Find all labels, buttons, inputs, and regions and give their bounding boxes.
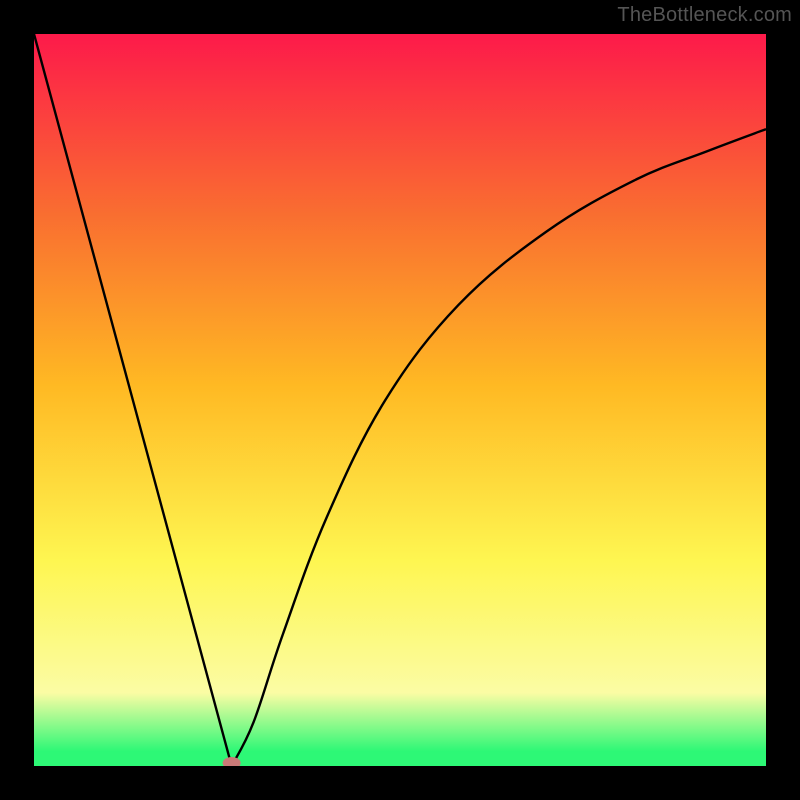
plot-svg bbox=[34, 34, 766, 766]
plot-area bbox=[34, 34, 766, 766]
watermark-text: TheBottleneck.com bbox=[617, 4, 792, 27]
gradient-background bbox=[34, 34, 766, 766]
chart-frame: TheBottleneck.com bbox=[0, 0, 800, 800]
